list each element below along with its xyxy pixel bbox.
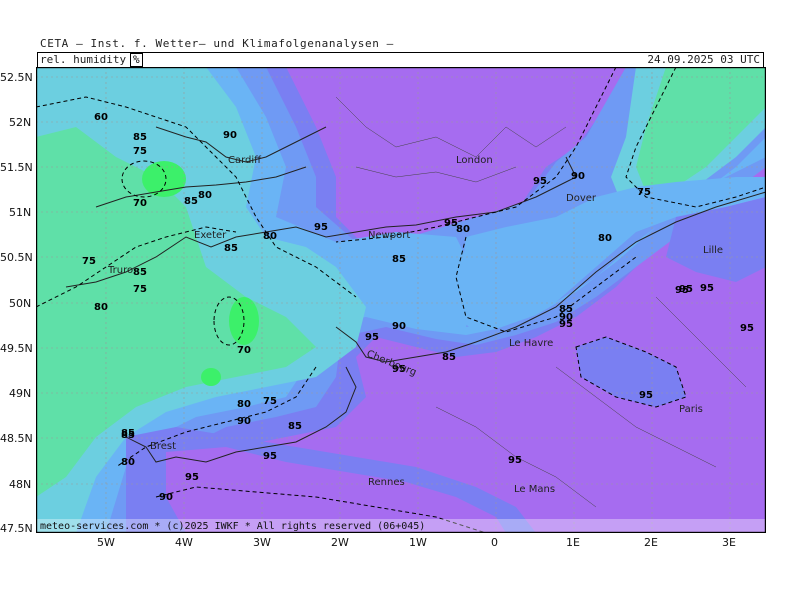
contour-label: 85 [133,267,147,278]
contour-label: 85 [392,254,406,265]
contour-label: 80 [237,399,251,410]
contour-label: 95 [365,332,379,343]
contour-label: 95 [639,390,653,401]
lat-tick: 49.5N [0,342,33,355]
contour-label: 95 [533,176,547,187]
lon-tick: 1W [409,536,427,549]
copyright-text: meteo-services.com * (c)2025 IWKF * All … [40,521,425,532]
city-label: Cardiff [228,155,262,166]
contour-label: 80 [94,302,108,313]
contour-label: 95 [314,222,328,233]
lat-tick: 49N [9,387,31,400]
lat-tick: 51N [9,206,31,219]
city-label: Exeter [194,230,227,241]
humidity-map: 60 85 75 90 80 70 85 95 80 85 75 95 85 8… [36,67,766,533]
contour-label: 75 [637,187,651,198]
lat-tick: 50.5N [0,251,33,264]
lon-tick: 1E [566,536,580,549]
valid-datetime: 24.09.2025 03 UTC [647,53,760,66]
contour-label: 95 [740,323,754,334]
contour-label: 85 [288,421,302,432]
contour-label: 95 [263,451,277,462]
contour-label: 90 [571,171,585,182]
contour-label: 70 [133,198,147,209]
contour-label: 80 [121,457,135,468]
lat-tick: 52N [9,116,31,129]
contour-label: 75 [263,396,277,407]
longitude-ticks: 5W 4W 3W 2W 1W 0 1E 2E 3E [97,536,736,549]
contour-label: 70 [237,345,251,356]
lon-tick: 3W [253,536,271,549]
variable-label: rel. humidity [40,53,127,66]
rh-below-70-patch [229,297,259,345]
contour-label: 75 [82,256,96,267]
contour-label: 90 [159,492,173,503]
contour-label: 90 [392,321,406,332]
contour-label: 85 [224,243,238,254]
contour-label: 95 [700,283,714,294]
contour-label: 80 [263,231,277,242]
rh-below-70-patch [201,368,221,386]
lon-tick: 4W [175,536,193,549]
lat-tick: 48.5N [0,432,33,445]
contour-label: 75 [133,146,147,157]
lon-tick: 2W [331,536,349,549]
lat-tick: 50N [9,297,31,310]
contour-label: 85 [121,428,135,439]
city-label: Truro [107,265,133,276]
lat-tick: 51.5N [0,161,33,174]
city-label: Dover [566,193,597,204]
contour-label: 90 [237,416,251,427]
city-label: Paris [679,404,703,415]
chart-title: CETA — Inst. f. Wetter— und Klimafolgena… [40,37,394,50]
city-label: Le Havre [509,338,553,349]
lon-tick: 0 [491,536,498,549]
city-label: Newport [368,230,410,241]
contour-label: 95 [508,455,522,466]
contour-label: 80 [598,233,612,244]
lon-tick: 3E [722,536,736,549]
city-label: Lille [703,245,723,256]
lat-tick: 52.5N [0,71,33,84]
contour-label: 60 [94,112,108,123]
city-label: Le Mans [514,484,555,495]
contour-label: 95 [679,284,693,295]
rh-below-70-patch [142,161,186,197]
lon-tick: 2E [644,536,658,549]
lon-tick: 5W [97,536,115,549]
latitude-ticks: 52.5N 52N 51.5N 51N 50.5N 50N 49.5N 49N … [0,71,33,535]
contour-label: 75 [133,284,147,295]
city-label: Brest [150,441,176,452]
lat-tick: 48N [9,478,31,491]
contour-label: 85 [133,132,147,143]
contour-label: 90 [559,312,573,323]
contour-label: 95 [185,472,199,483]
lat-tick: 47.5N [0,522,33,535]
contour-label: 85 [442,352,456,363]
contour-label: 85 [184,196,198,207]
contour-label: 90 [223,130,237,141]
contour-label: 80 [456,224,470,235]
city-label: London [456,155,493,166]
contour-label: 80 [198,190,212,201]
unit-label: % [130,53,143,67]
city-label: Rennes [368,477,405,488]
